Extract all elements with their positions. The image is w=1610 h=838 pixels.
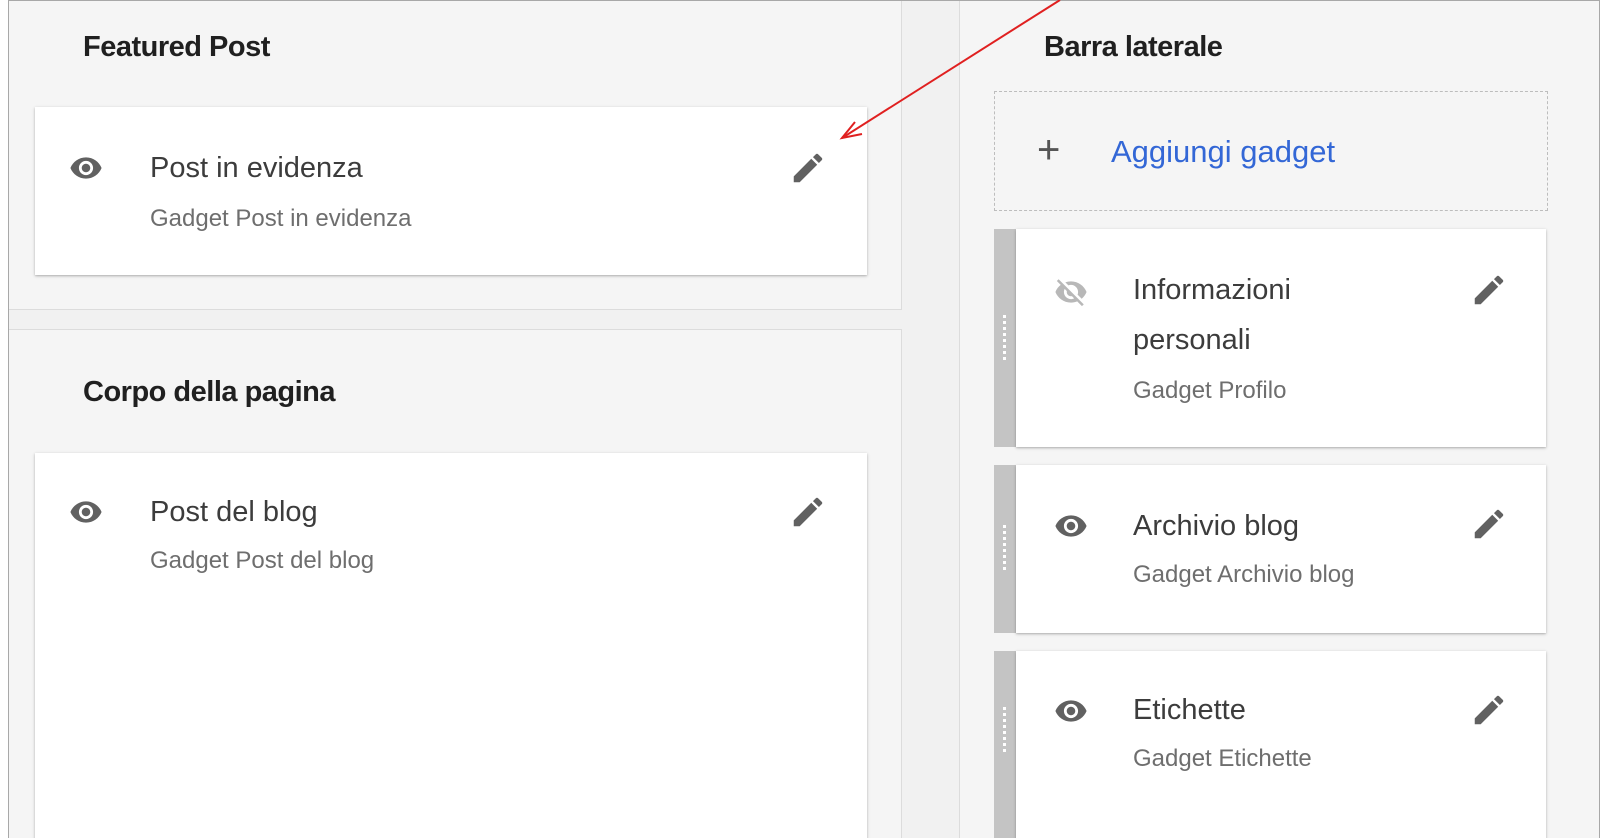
pencil-edit-icon[interactable] [789,149,827,187]
eye-icon[interactable] [1054,509,1088,543]
gadget-card-profile: Informazioni personali Gadget Profilo [1016,229,1546,447]
gadget-card-archive: Archivio blog Gadget Archivio blog [1016,465,1546,633]
gadget-subtitle: Gadget Archivio blog [1133,561,1355,588]
drag-handle[interactable] [994,465,1016,633]
plus-icon: + [1037,128,1061,172]
pencil-edit-icon[interactable] [1470,505,1508,543]
section-title: Corpo della pagina [83,376,336,408]
section-featured-post: Featured Post Post in evidenza Gadget Po… [9,1,902,310]
gadget-title: Archivio blog [1133,510,1300,542]
eye-icon[interactable] [1054,694,1088,728]
add-gadget-label: Aggiungi gadget [1111,134,1336,169]
gadget-subtitle: Gadget Post del blog [150,547,375,574]
gadget-card-blog-posts: Post del blog Gadget Post del blog [35,453,867,838]
pencil-edit-icon[interactable] [1470,271,1508,309]
gadget-title: Post in evidenza [150,152,363,184]
section-title: Featured Post [83,31,270,63]
eye-icon[interactable] [69,151,103,185]
gadget-subtitle: Gadget Profilo [1133,377,1287,404]
layout-editor: Featured Post Post in evidenza Gadget Po… [8,0,1600,838]
gadget-title: Etichette [1133,694,1246,726]
drag-handle[interactable] [994,229,1016,447]
section-title: Barra laterale [1044,31,1223,63]
gadget-title-line2: personali [1133,324,1251,356]
gadget-subtitle: Gadget Etichette [1133,745,1312,772]
eye-off-icon[interactable] [1054,275,1088,309]
gadget-title: Post del blog [150,496,318,528]
drag-handle[interactable] [994,651,1016,838]
gadget-subtitle: Gadget Post in evidenza [150,205,412,232]
gadget-card-labels: Etichette Gadget Etichette [1016,651,1546,838]
pencil-edit-icon[interactable] [789,493,827,531]
section-page-body: Corpo della pagina Post del blog Gadget … [9,329,902,838]
gadget-title-line1: Informazioni [1133,274,1291,306]
pencil-edit-icon[interactable] [1470,691,1508,729]
add-gadget-button[interactable]: + Aggiungi gadget [994,91,1548,211]
eye-icon[interactable] [69,495,103,529]
gadget-card-featured-post: Post in evidenza Gadget Post in evidenza [35,107,867,275]
